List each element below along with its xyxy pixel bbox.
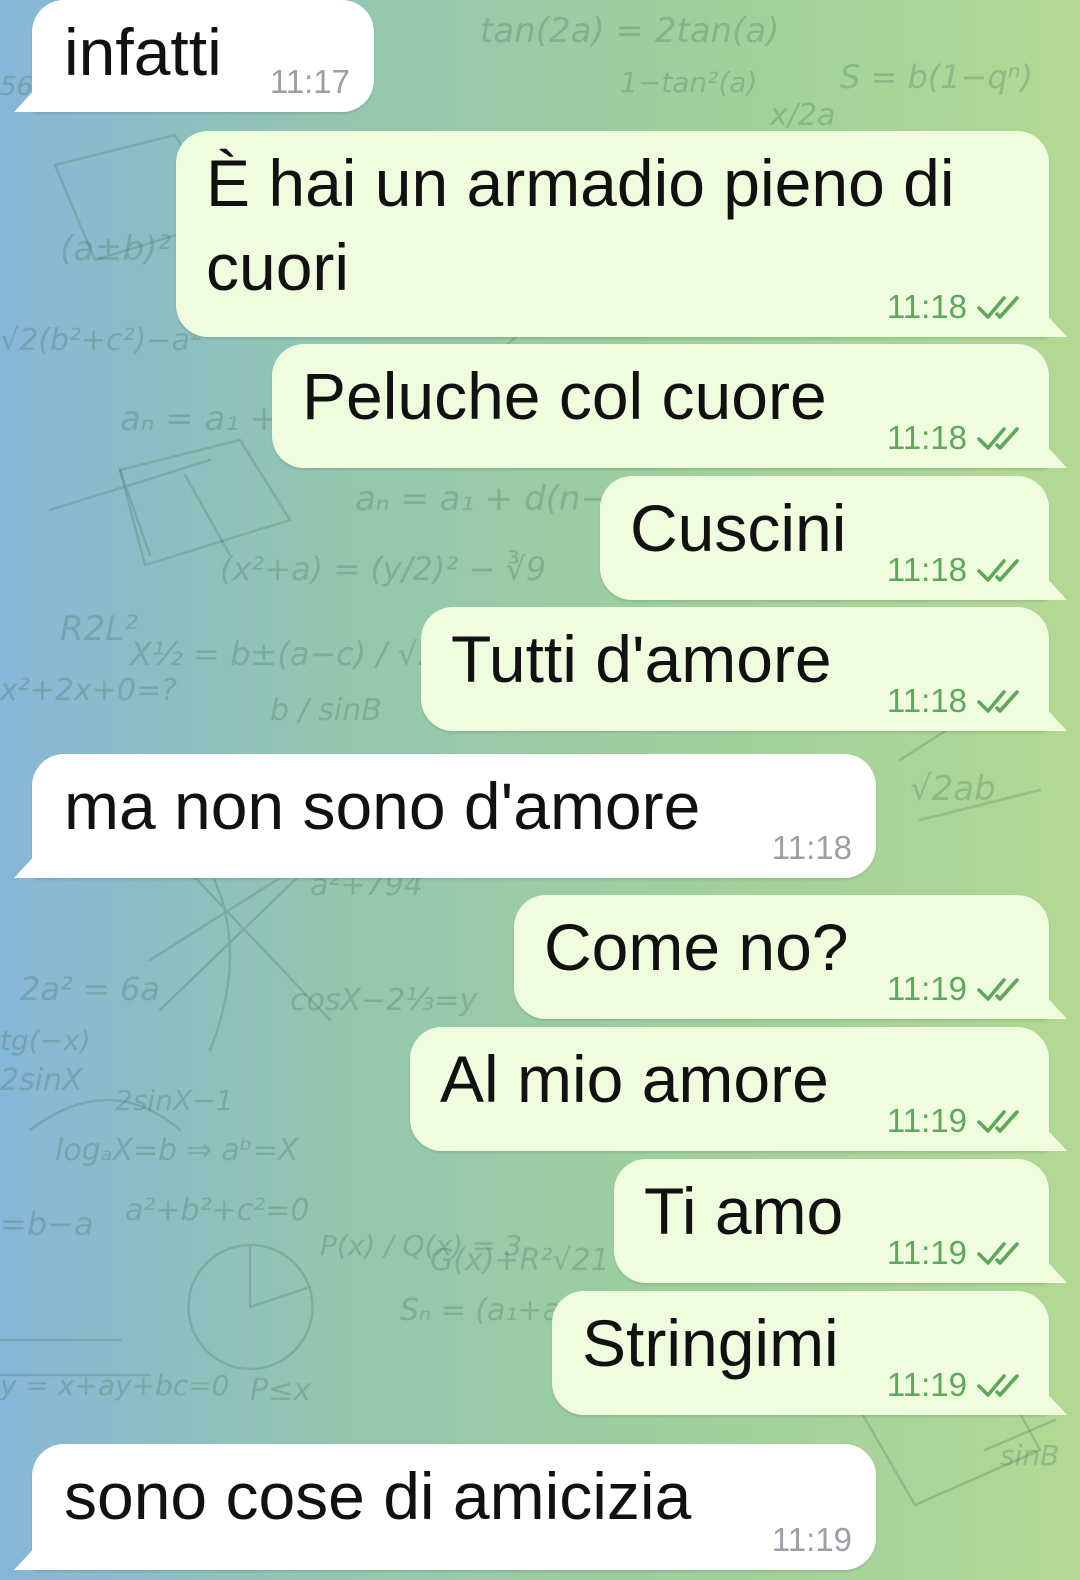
outgoing-message-bubble[interactable]: Al mio amore 11:19 (410, 1027, 1049, 1151)
outgoing-message-bubble[interactable]: Peluche col cuore 11:18 (272, 344, 1049, 468)
double-check-icon (977, 1371, 1025, 1399)
message-meta: 11:18 (887, 552, 1025, 588)
message-meta: 11:18 (887, 420, 1025, 456)
message-meta: 11:19 (887, 971, 1025, 1007)
outgoing-message-bubble[interactable]: Tutti d'amore 11:18 (421, 607, 1049, 731)
message-meta: 11:19 (887, 1103, 1025, 1139)
message-meta: 11:19 (887, 1367, 1025, 1403)
message-meta: 11:18 (887, 289, 1025, 325)
message-time: 11:18 (886, 288, 967, 325)
message-meta: 11:17 (270, 64, 350, 100)
double-check-icon (977, 293, 1025, 321)
message-time: 11:19 (886, 1102, 967, 1139)
incoming-message-bubble[interactable]: infatti 11:17 (32, 0, 374, 112)
message-time: 11:17 (269, 63, 350, 100)
incoming-message-bubble[interactable]: sono cose di amicizia 11:19 (32, 1444, 876, 1570)
message-time: 11:19 (771, 1521, 852, 1558)
double-check-icon (977, 975, 1025, 1003)
outgoing-message-bubble[interactable]: È hai un armadio pieno di cuori 11:18 (176, 131, 1049, 337)
message-time: 11:19 (886, 970, 967, 1007)
message-meta: 11:19 (887, 1235, 1025, 1271)
message-time: 11:19 (886, 1366, 967, 1403)
message-time: 11:18 (886, 551, 967, 588)
message-time: 11:18 (886, 419, 967, 456)
double-check-icon (977, 687, 1025, 715)
outgoing-message-bubble[interactable]: Cuscini 11:18 (600, 476, 1049, 600)
outgoing-message-bubble[interactable]: Stringimi 11:19 (552, 1291, 1049, 1415)
message-meta: 11:18 (887, 683, 1025, 719)
message-text: È hai un armadio pieno di cuori (206, 146, 973, 304)
message-meta: 11:18 (772, 830, 852, 866)
message-text: ma non sono d'amore (64, 769, 701, 843)
outgoing-message-bubble[interactable]: Ti amo 11:19 (614, 1159, 1049, 1283)
message-text: sono cose di amicizia (64, 1459, 692, 1533)
message-meta: 11:19 (772, 1522, 852, 1558)
double-check-icon (977, 1107, 1025, 1135)
message-list[interactable]: infatti 11:17 È hai un armadio pieno di … (0, 0, 1080, 1580)
double-check-icon (977, 1239, 1025, 1267)
message-time: 11:18 (886, 682, 967, 719)
incoming-message-bubble[interactable]: ma non sono d'amore 11:18 (32, 754, 876, 878)
message-time: 11:19 (886, 1234, 967, 1271)
message-time: 11:18 (771, 829, 852, 866)
double-check-icon (977, 556, 1025, 584)
double-check-icon (977, 424, 1025, 452)
outgoing-message-bubble[interactable]: Come no? 11:19 (514, 895, 1049, 1019)
